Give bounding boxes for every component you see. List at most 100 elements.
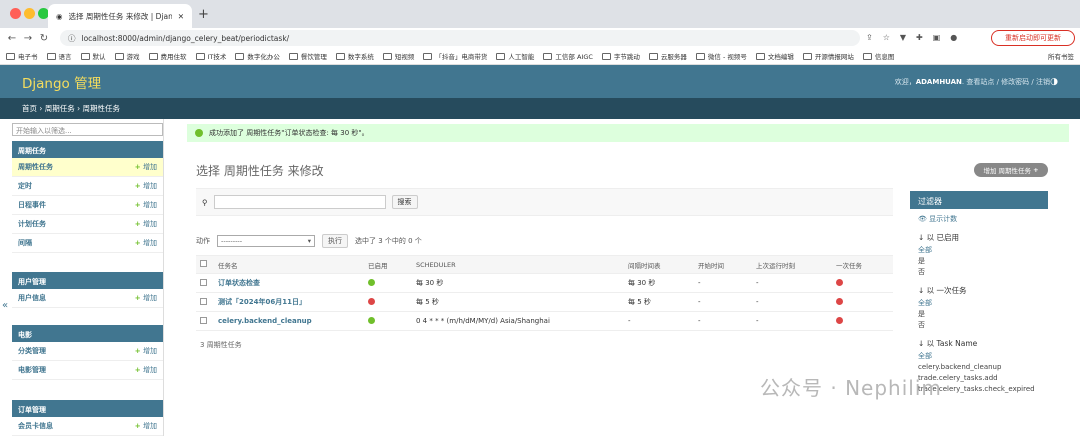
column-header[interactable]: 上次运行时刻 — [752, 255, 832, 274]
user-links[interactable]: 查看站点 / 修改密码 / 注销 — [966, 78, 1050, 86]
add-link[interactable]: + 增加 — [135, 293, 157, 303]
sidebar-item[interactable]: 间隔 + 增加 — [12, 234, 163, 253]
back-icon[interactable]: ← — [4, 33, 20, 44]
add-link[interactable]: + 增加 — [135, 162, 157, 172]
puzzle-icon[interactable]: ✚ — [916, 33, 923, 42]
extension-icon[interactable]: ▼ — [900, 33, 906, 42]
bookmark-item[interactable]: 信息图 — [862, 51, 894, 61]
column-header[interactable]: 开始时间 — [694, 255, 752, 274]
forward-icon[interactable]: → — [20, 33, 36, 44]
module-header[interactable]: 用户管理 — [12, 272, 163, 289]
add-periodic-task-button[interactable]: 增加 周期性任务 + — [974, 163, 1048, 177]
row-checkbox[interactable] — [200, 316, 207, 324]
sidebar-item-label[interactable]: 用户信息 — [18, 293, 135, 303]
column-header[interactable]: 任务名 — [214, 255, 364, 274]
theme-toggle-icon[interactable]: ◑ — [1050, 77, 1058, 87]
module-header[interactable]: 订单管理 — [12, 400, 163, 417]
filter-option[interactable]: 否 — [910, 267, 1048, 278]
row-checkbox-cell[interactable] — [196, 311, 214, 331]
close-tab-icon[interactable]: ✕ — [178, 12, 184, 21]
add-link[interactable]: + 增加 — [135, 346, 157, 356]
restart-update-button[interactable]: 重新启动即可更新 — [991, 30, 1075, 46]
bookmark-item[interactable]: 人工智能 — [496, 51, 534, 61]
reload-icon[interactable]: ↻ — [36, 33, 52, 44]
filter-option[interactable]: 全部 — [910, 351, 1048, 362]
site-brand[interactable]: Django 管理 — [22, 72, 101, 92]
column-header[interactable]: 一次任务 — [832, 255, 893, 274]
browser-tab[interactable]: ◉ 选择 周期性任务 来修改 | Djang... ✕ — [48, 4, 192, 28]
sidebar-item[interactable]: 电影管理 + 增加 — [12, 361, 163, 380]
module-header[interactable]: 周期任务 — [12, 141, 163, 158]
sidebar-item[interactable]: 用户信息 + 增加 — [12, 289, 163, 308]
task-name-link[interactable]: 订单状态检查 — [214, 273, 364, 293]
filter-option[interactable]: 是 — [910, 309, 1048, 320]
new-tab-button[interactable]: + — [198, 7, 209, 22]
bookmark-item[interactable]: 工信部 AIGC — [543, 51, 593, 61]
action-select[interactable]: --------- ▾ — [217, 235, 315, 247]
sidebar-item[interactable]: 计划任务 + 增加 — [12, 215, 163, 234]
bookmark-item[interactable]: 短视频 — [382, 51, 414, 61]
sidebar-item[interactable]: 分类管理 + 增加 — [12, 342, 163, 361]
sidebar-item[interactable]: 周期性任务 + 增加 — [12, 158, 163, 177]
bookmark-item[interactable]: 「抖音」电商带货 — [423, 51, 487, 61]
address-input[interactable]: ⓘ localhost:8000/admin/django_celery_bea… — [60, 30, 860, 46]
bookmark-item[interactable]: 文档编辑 — [755, 51, 794, 61]
sidebar-item-label[interactable]: 计划任务 — [18, 219, 135, 229]
bookmark-item[interactable]: IT技术 — [195, 51, 226, 61]
filter-option[interactable]: 否 — [910, 320, 1048, 331]
bookmark-item[interactable]: 云服务器 — [648, 51, 687, 61]
column-header[interactable]: SCHEDULER — [412, 255, 624, 274]
sidebar-filter-input[interactable]: 开始输入以筛选... — [12, 123, 163, 136]
profile-icon[interactable]: ● — [950, 33, 957, 42]
close-window-button[interactable] — [10, 8, 21, 19]
filter-option[interactable]: 全部 — [910, 245, 1048, 256]
bookmark-item[interactable]: 开源情报网站 — [802, 51, 854, 61]
bookmark-item[interactable]: 数字系统 — [335, 51, 374, 61]
task-name-link[interactable]: 测试「2024年06月11日」 — [214, 292, 364, 312]
sidebar-icon[interactable]: ▣ — [933, 33, 941, 42]
row-checkbox-cell[interactable] — [196, 273, 214, 293]
sidebar-item-label[interactable]: 电影管理 — [18, 365, 135, 375]
column-header[interactable]: 已启用 — [364, 255, 412, 274]
bookmark-item[interactable]: 餐饮管理 — [288, 51, 327, 61]
bookmark-item[interactable]: 费用住软 — [148, 51, 187, 61]
bookmark-item[interactable]: 默认 — [80, 51, 106, 61]
star-icon[interactable]: ☆ — [883, 33, 890, 42]
search-button[interactable]: 搜索 — [391, 195, 418, 209]
collapse-sidebar-icon[interactable]: « — [2, 300, 8, 311]
all-bookmarks-link[interactable]: 所有书签 — [1048, 51, 1074, 61]
filter-option[interactable]: 全部 — [910, 298, 1048, 309]
add-link[interactable]: + 增加 — [135, 238, 157, 248]
module-header[interactable]: 电影 — [12, 325, 163, 342]
bookmark-item[interactable]: 语言 — [46, 51, 72, 61]
sidebar-item-label[interactable]: 日程事件 — [18, 200, 135, 210]
add-link[interactable]: + 增加 — [135, 181, 157, 191]
minimize-window-button[interactable] — [24, 8, 35, 19]
share-icon[interactable]: ⇪ — [866, 33, 873, 42]
bookmark-item[interactable]: 电子书 — [6, 51, 38, 61]
sidebar-item-label[interactable]: 会员卡信息 — [18, 421, 135, 431]
show-counts-link[interactable]: 👁 显示计数 — [910, 214, 1048, 228]
select-all-checkbox-cell[interactable] — [196, 255, 214, 274]
breadcrumb[interactable]: 首页 › 周期任务 › 周期性任务 — [0, 98, 1080, 119]
sidebar-item[interactable]: 日程事件 + 增加 — [12, 196, 163, 215]
row-checkbox[interactable] — [200, 297, 207, 305]
bookmark-item[interactable]: 游戏 — [114, 51, 140, 61]
go-button[interactable]: 执行 — [322, 234, 348, 248]
select-all-checkbox[interactable] — [200, 260, 207, 267]
add-link[interactable]: + 增加 — [135, 200, 157, 210]
sidebar-item-label[interactable]: 周期性任务 — [18, 162, 135, 172]
filter-option[interactable]: 是 — [910, 256, 1048, 267]
bookmark-item[interactable]: 微信 - 视频号 — [695, 51, 747, 61]
column-header[interactable]: 间隔时间表 — [624, 255, 694, 274]
sidebar-item[interactable]: 会员卡信息 + 增加 — [12, 417, 163, 436]
task-name-link[interactable]: celery.backend_cleanup — [214, 311, 364, 331]
sidebar-item[interactable]: 定时 + 增加 — [12, 177, 163, 196]
row-checkbox-cell[interactable] — [196, 292, 214, 312]
sidebar-item-label[interactable]: 分类管理 — [18, 346, 135, 356]
row-checkbox[interactable] — [200, 278, 207, 286]
add-link[interactable]: + 增加 — [135, 219, 157, 229]
bookmark-item[interactable]: 字节跳动 — [601, 51, 640, 61]
bookmark-item[interactable]: 数字化办公 — [235, 51, 280, 61]
site-info-icon[interactable]: ⓘ — [68, 33, 76, 44]
